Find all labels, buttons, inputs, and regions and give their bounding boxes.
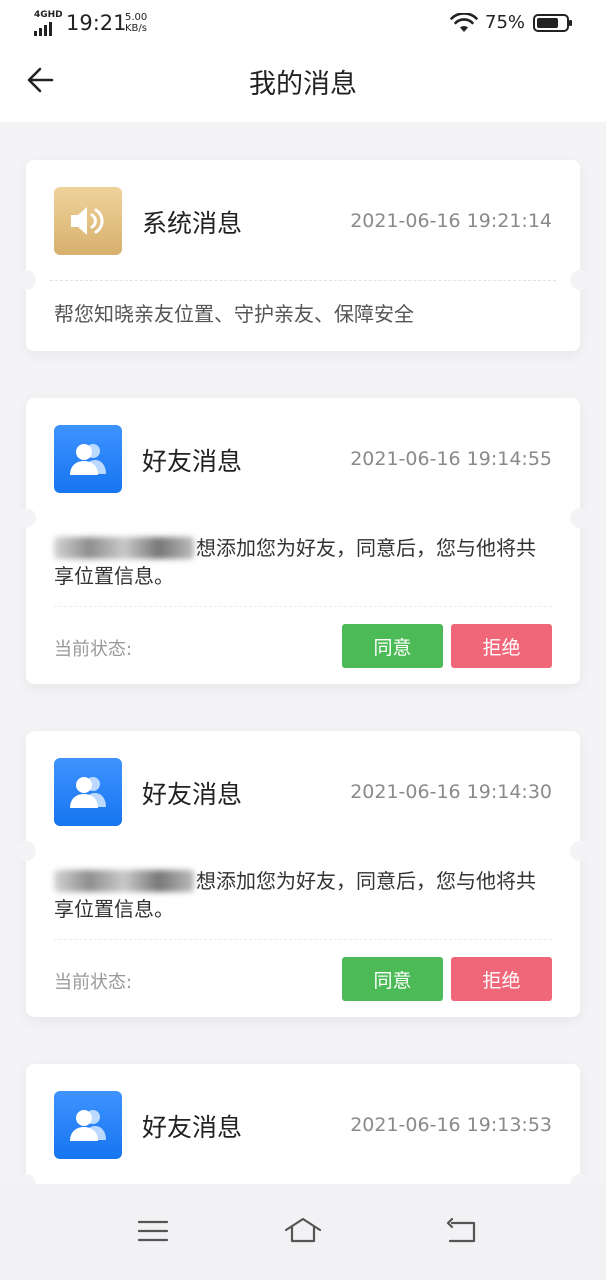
message-time: 2021-06-16 19:21:14 <box>350 210 552 232</box>
status-label: 当前状态: <box>54 639 133 660</box>
message-list[interactable]: 系统消息 2021-06-16 19:21:14 帮您知晓亲友位置、守护亲友、保… <box>0 122 606 1184</box>
back-return-icon[interactable] <box>442 1214 482 1248</box>
redacted-username <box>54 537 194 559</box>
friend-message-card[interactable]: 好友消息 2021-06-16 19:14:30 想添加您为好友，同意后，您与他… <box>16 731 590 1019</box>
message-body: 想添加您为好友，同意后，您与他将共享位置信息。 <box>26 851 580 923</box>
reject-button[interactable]: 拒绝 <box>451 957 552 1001</box>
home-icon[interactable] <box>283 1214 323 1248</box>
speed-unit: KB/s <box>125 23 147 34</box>
redacted-username <box>54 870 194 892</box>
speed-value: 5.00 <box>125 12 148 23</box>
speaker-icon <box>54 187 122 255</box>
status-label: 当前状态: <box>54 972 133 993</box>
reject-button[interactable]: 拒绝 <box>451 624 552 668</box>
page-title: 我的消息 <box>249 69 357 100</box>
friend-message-card[interactable]: 好友消息 2021-06-16 19:13:53 <box>16 1064 590 1184</box>
message-time: 2021-06-16 19:13:53 <box>350 1114 552 1136</box>
action-row: 当前状态: 同意 拒绝 <box>54 939 552 1019</box>
system-navigation-bar <box>0 1184 606 1280</box>
users-icon <box>54 758 122 826</box>
menu-icon[interactable] <box>133 1214 173 1248</box>
battery-icon <box>533 14 572 32</box>
battery-percent: 75% <box>485 12 526 33</box>
agree-button[interactable]: 同意 <box>342 957 443 1001</box>
message-title: 系统消息 <box>142 209 243 238</box>
status-bar: 4GHD 19:21 5.00 KB/s 75% <box>0 0 606 46</box>
message-time: 2021-06-16 19:14:30 <box>350 781 552 803</box>
message-title: 好友消息 <box>142 447 243 476</box>
wifi-icon <box>450 13 478 32</box>
message-body: 帮您知晓亲友位置、守护亲友、保障安全 <box>54 302 414 326</box>
message-title: 好友消息 <box>142 780 243 809</box>
friend-message-card[interactable]: 好友消息 2021-06-16 19:14:55 想添加您为好友，同意后，您与他… <box>16 398 590 686</box>
users-icon <box>54 425 122 493</box>
message-body: 想添加您为好友，同意后，您与他将共享位置信息。 <box>26 518 580 590</box>
action-row: 当前状态: 同意 拒绝 <box>54 606 552 686</box>
app-header: 我的消息 <box>0 46 606 122</box>
network-speed: 5.00 KB/s <box>125 12 147 34</box>
message-time: 2021-06-16 19:14:55 <box>350 448 552 470</box>
agree-button[interactable]: 同意 <box>342 624 443 668</box>
signal-icon <box>34 22 52 36</box>
users-icon <box>54 1091 122 1159</box>
clock: 19:21 <box>66 11 127 35</box>
system-message-card[interactable]: 系统消息 2021-06-16 19:21:14 帮您知晓亲友位置、守护亲友、保… <box>16 160 590 351</box>
network-type: 4GHD <box>34 10 63 20</box>
message-title: 好友消息 <box>142 1113 243 1142</box>
